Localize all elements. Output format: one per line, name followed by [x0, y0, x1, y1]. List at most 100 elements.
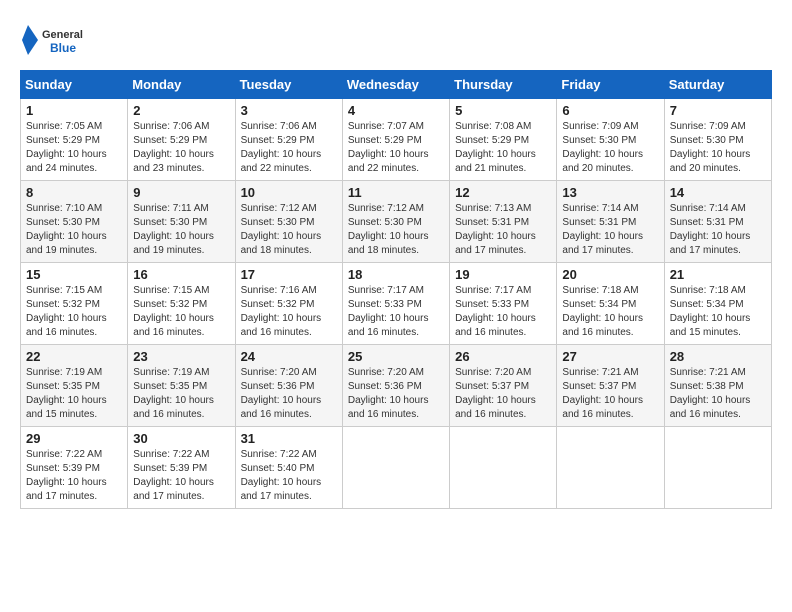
weekday-header: Tuesday [235, 71, 342, 99]
day-number: 15 [26, 267, 122, 282]
day-number: 1 [26, 103, 122, 118]
day-number: 25 [348, 349, 444, 364]
calendar-cell: 31 Sunrise: 7:22 AM Sunset: 5:40 PM Dayl… [235, 427, 342, 509]
calendar-cell [342, 427, 449, 509]
cell-info: Sunrise: 7:19 AM Sunset: 5:35 PM Dayligh… [133, 366, 229, 422]
day-number: 11 [348, 185, 444, 200]
day-number: 31 [241, 431, 337, 446]
day-number: 27 [562, 349, 658, 364]
cell-info: Sunrise: 7:06 AM Sunset: 5:29 PM Dayligh… [133, 120, 229, 176]
cell-info: Sunrise: 7:20 AM Sunset: 5:37 PM Dayligh… [455, 366, 551, 422]
day-number: 26 [455, 349, 551, 364]
calendar-cell: 27 Sunrise: 7:21 AM Sunset: 5:37 PM Dayl… [557, 345, 664, 427]
cell-info: Sunrise: 7:12 AM Sunset: 5:30 PM Dayligh… [348, 202, 444, 258]
calendar-week-row: 1 Sunrise: 7:05 AM Sunset: 5:29 PM Dayli… [21, 99, 772, 181]
svg-text:General: General [42, 29, 83, 41]
day-number: 7 [670, 103, 766, 118]
calendar-cell [450, 427, 557, 509]
calendar-week-row: 15 Sunrise: 7:15 AM Sunset: 5:32 PM Dayl… [21, 263, 772, 345]
cell-info: Sunrise: 7:07 AM Sunset: 5:29 PM Dayligh… [348, 120, 444, 176]
cell-info: Sunrise: 7:14 AM Sunset: 5:31 PM Dayligh… [562, 202, 658, 258]
day-number: 20 [562, 267, 658, 282]
cell-info: Sunrise: 7:06 AM Sunset: 5:29 PM Dayligh… [241, 120, 337, 176]
day-number: 6 [562, 103, 658, 118]
calendar-cell: 25 Sunrise: 7:20 AM Sunset: 5:36 PM Dayl… [342, 345, 449, 427]
calendar-cell: 9 Sunrise: 7:11 AM Sunset: 5:30 PM Dayli… [128, 181, 235, 263]
cell-info: Sunrise: 7:08 AM Sunset: 5:29 PM Dayligh… [455, 120, 551, 176]
cell-info: Sunrise: 7:17 AM Sunset: 5:33 PM Dayligh… [455, 284, 551, 340]
cell-info: Sunrise: 7:17 AM Sunset: 5:33 PM Dayligh… [348, 284, 444, 340]
cell-info: Sunrise: 7:22 AM Sunset: 5:39 PM Dayligh… [26, 448, 122, 504]
calendar-cell: 16 Sunrise: 7:15 AM Sunset: 5:32 PM Dayl… [128, 263, 235, 345]
calendar-cell: 2 Sunrise: 7:06 AM Sunset: 5:29 PM Dayli… [128, 99, 235, 181]
day-number: 22 [26, 349, 122, 364]
cell-info: Sunrise: 7:12 AM Sunset: 5:30 PM Dayligh… [241, 202, 337, 258]
day-number: 23 [133, 349, 229, 364]
calendar-cell: 24 Sunrise: 7:20 AM Sunset: 5:36 PM Dayl… [235, 345, 342, 427]
weekday-header: Saturday [664, 71, 771, 99]
cell-info: Sunrise: 7:21 AM Sunset: 5:37 PM Dayligh… [562, 366, 658, 422]
calendar-cell: 28 Sunrise: 7:21 AM Sunset: 5:38 PM Dayl… [664, 345, 771, 427]
day-number: 29 [26, 431, 122, 446]
cell-info: Sunrise: 7:18 AM Sunset: 5:34 PM Dayligh… [562, 284, 658, 340]
day-number: 2 [133, 103, 229, 118]
calendar-cell: 23 Sunrise: 7:19 AM Sunset: 5:35 PM Dayl… [128, 345, 235, 427]
day-number: 18 [348, 267, 444, 282]
cell-info: Sunrise: 7:18 AM Sunset: 5:34 PM Dayligh… [670, 284, 766, 340]
day-number: 28 [670, 349, 766, 364]
calendar-cell: 29 Sunrise: 7:22 AM Sunset: 5:39 PM Dayl… [21, 427, 128, 509]
calendar-cell: 19 Sunrise: 7:17 AM Sunset: 5:33 PM Dayl… [450, 263, 557, 345]
day-number: 8 [26, 185, 122, 200]
weekday-header: Friday [557, 71, 664, 99]
calendar-table: SundayMondayTuesdayWednesdayThursdayFrid… [20, 70, 772, 509]
cell-info: Sunrise: 7:16 AM Sunset: 5:32 PM Dayligh… [241, 284, 337, 340]
calendar-cell: 13 Sunrise: 7:14 AM Sunset: 5:31 PM Dayl… [557, 181, 664, 263]
cell-info: Sunrise: 7:20 AM Sunset: 5:36 PM Dayligh… [241, 366, 337, 422]
logo-svg: General Blue [20, 20, 100, 60]
weekday-header: Monday [128, 71, 235, 99]
cell-info: Sunrise: 7:21 AM Sunset: 5:38 PM Dayligh… [670, 366, 766, 422]
weekday-header: Thursday [450, 71, 557, 99]
day-number: 21 [670, 267, 766, 282]
day-number: 19 [455, 267, 551, 282]
day-number: 16 [133, 267, 229, 282]
cell-info: Sunrise: 7:05 AM Sunset: 5:29 PM Dayligh… [26, 120, 122, 176]
day-number: 9 [133, 185, 229, 200]
calendar-cell: 17 Sunrise: 7:16 AM Sunset: 5:32 PM Dayl… [235, 263, 342, 345]
day-number: 17 [241, 267, 337, 282]
calendar-cell: 3 Sunrise: 7:06 AM Sunset: 5:29 PM Dayli… [235, 99, 342, 181]
cell-info: Sunrise: 7:22 AM Sunset: 5:39 PM Dayligh… [133, 448, 229, 504]
calendar-cell [557, 427, 664, 509]
calendar-cell: 30 Sunrise: 7:22 AM Sunset: 5:39 PM Dayl… [128, 427, 235, 509]
calendar-cell: 8 Sunrise: 7:10 AM Sunset: 5:30 PM Dayli… [21, 181, 128, 263]
day-number: 13 [562, 185, 658, 200]
calendar-cell: 5 Sunrise: 7:08 AM Sunset: 5:29 PM Dayli… [450, 99, 557, 181]
calendar-cell: 12 Sunrise: 7:13 AM Sunset: 5:31 PM Dayl… [450, 181, 557, 263]
day-number: 30 [133, 431, 229, 446]
calendar-cell: 22 Sunrise: 7:19 AM Sunset: 5:35 PM Dayl… [21, 345, 128, 427]
day-number: 14 [670, 185, 766, 200]
calendar-week-row: 22 Sunrise: 7:19 AM Sunset: 5:35 PM Dayl… [21, 345, 772, 427]
page-header: General Blue [20, 20, 772, 60]
calendar-cell: 21 Sunrise: 7:18 AM Sunset: 5:34 PM Dayl… [664, 263, 771, 345]
day-number: 24 [241, 349, 337, 364]
calendar-week-row: 8 Sunrise: 7:10 AM Sunset: 5:30 PM Dayli… [21, 181, 772, 263]
cell-info: Sunrise: 7:09 AM Sunset: 5:30 PM Dayligh… [670, 120, 766, 176]
day-number: 3 [241, 103, 337, 118]
cell-info: Sunrise: 7:14 AM Sunset: 5:31 PM Dayligh… [670, 202, 766, 258]
calendar-cell: 10 Sunrise: 7:12 AM Sunset: 5:30 PM Dayl… [235, 181, 342, 263]
day-number: 12 [455, 185, 551, 200]
calendar-cell: 7 Sunrise: 7:09 AM Sunset: 5:30 PM Dayli… [664, 99, 771, 181]
cell-info: Sunrise: 7:10 AM Sunset: 5:30 PM Dayligh… [26, 202, 122, 258]
cell-info: Sunrise: 7:15 AM Sunset: 5:32 PM Dayligh… [133, 284, 229, 340]
calendar-cell: 4 Sunrise: 7:07 AM Sunset: 5:29 PM Dayli… [342, 99, 449, 181]
cell-info: Sunrise: 7:15 AM Sunset: 5:32 PM Dayligh… [26, 284, 122, 340]
calendar-cell: 26 Sunrise: 7:20 AM Sunset: 5:37 PM Dayl… [450, 345, 557, 427]
calendar-cell: 18 Sunrise: 7:17 AM Sunset: 5:33 PM Dayl… [342, 263, 449, 345]
day-number: 10 [241, 185, 337, 200]
calendar-header-row: SundayMondayTuesdayWednesdayThursdayFrid… [21, 71, 772, 99]
calendar-cell: 11 Sunrise: 7:12 AM Sunset: 5:30 PM Dayl… [342, 181, 449, 263]
cell-info: Sunrise: 7:19 AM Sunset: 5:35 PM Dayligh… [26, 366, 122, 422]
calendar-cell: 20 Sunrise: 7:18 AM Sunset: 5:34 PM Dayl… [557, 263, 664, 345]
day-number: 5 [455, 103, 551, 118]
